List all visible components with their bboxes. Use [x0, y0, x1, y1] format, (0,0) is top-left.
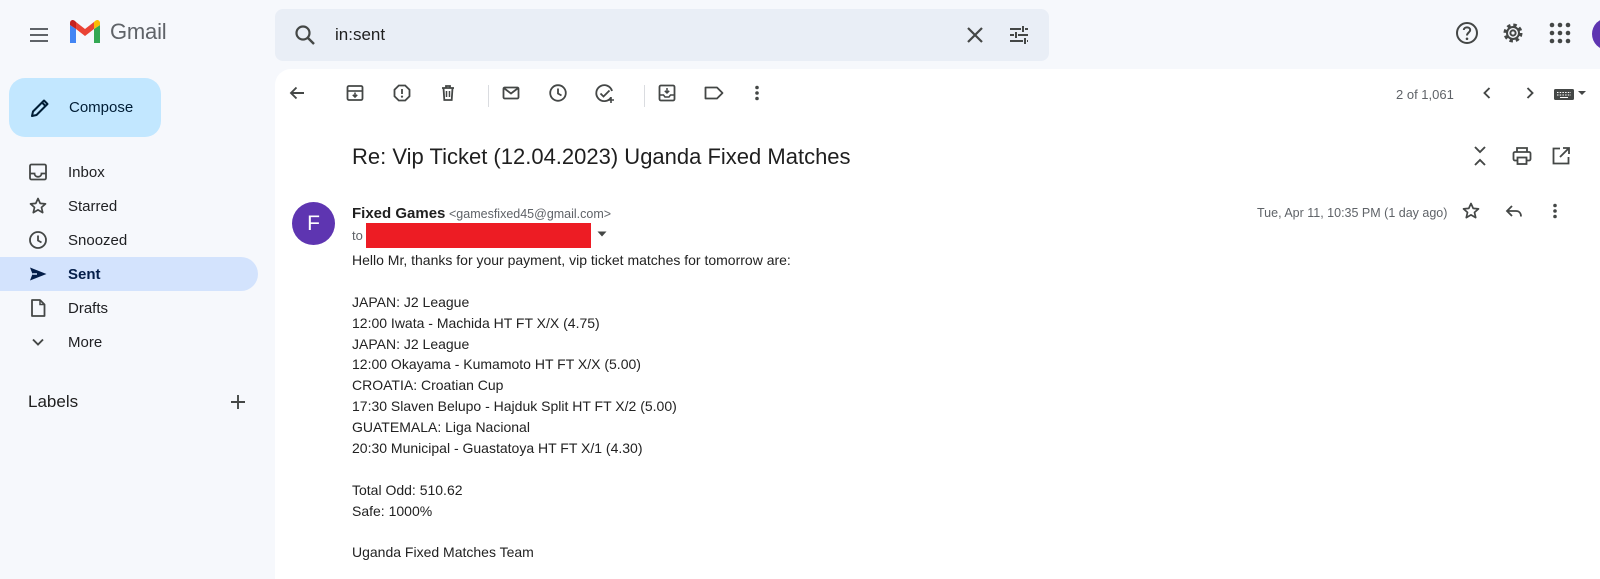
- sidebar-item-label: Inbox: [68, 164, 105, 181]
- email-body: Hello Mr, thanks for your payment, vip t…: [352, 250, 791, 563]
- sidebar-item-starred[interactable]: Starred: [0, 189, 258, 223]
- search-icon[interactable]: [293, 23, 317, 47]
- body-line: JAPAN: J2 League: [352, 293, 470, 310]
- add-to-tasks-icon[interactable]: [594, 83, 616, 105]
- sidebar-item-label: Snoozed: [68, 232, 128, 249]
- apps-grid-icon[interactable]: [1547, 20, 1573, 46]
- toolbar-divider: [644, 85, 645, 107]
- body-line: 20:30 Municipal - Guastatoya HT FT X/1 (…: [352, 440, 643, 457]
- sidebar-item-label: Starred: [68, 198, 118, 215]
- label-tag-icon[interactable]: [703, 83, 725, 103]
- star-icon[interactable]: [1461, 201, 1481, 221]
- hamburger-menu-icon: [30, 28, 48, 42]
- sender-email: <gamesfixed45@gmail.com>: [449, 207, 612, 221]
- search-bar[interactable]: [275, 9, 1049, 61]
- body-line: Safe: 1000%: [352, 502, 433, 519]
- message-view: 2 of 1,061 Re: Vip Ticket (12.04.2023) U…: [275, 69, 1600, 579]
- sidebar-item-more[interactable]: More: [0, 325, 258, 359]
- send-icon: [28, 264, 48, 284]
- app-name: Gmail: [110, 19, 167, 44]
- account-avatar[interactable]: [1592, 18, 1600, 50]
- settings-gear-icon[interactable]: [1500, 20, 1526, 46]
- sender-avatar[interactable]: F: [292, 202, 335, 245]
- input-tools-keyboard-icon[interactable]: [1553, 83, 1589, 103]
- sidebar-item-label: Drafts: [68, 300, 109, 317]
- delete-trash-icon[interactable]: [438, 83, 458, 103]
- body-line: 12:00 Iwata - Machida HT FT X/X (4.75): [352, 314, 600, 331]
- search-options-icon[interactable]: [1007, 23, 1031, 47]
- email-timestamp: Tue, Apr 11, 10:35 PM (1 day ago): [1257, 206, 1448, 220]
- help-icon[interactable]: [1454, 20, 1480, 46]
- redacted-recipient: [366, 223, 591, 248]
- more-vert-icon[interactable]: [747, 83, 767, 103]
- close-icon[interactable]: [963, 23, 987, 47]
- sidebar-item-label: Sent: [68, 266, 101, 283]
- gmail-m-icon: [70, 19, 100, 43]
- draft-icon: [28, 298, 48, 318]
- print-icon[interactable]: [1511, 145, 1533, 167]
- sidebar-item-drafts[interactable]: Drafts: [0, 291, 258, 325]
- back-arrow-icon[interactable]: [287, 83, 307, 103]
- labels-heading: Labels: [28, 392, 79, 411]
- show-details-dropdown-icon[interactable]: [595, 227, 609, 241]
- collapse-all-icon[interactable]: [1470, 145, 1490, 167]
- star-icon: [28, 196, 48, 216]
- archive-icon[interactable]: [345, 83, 365, 103]
- compose-button[interactable]: Compose: [9, 78, 161, 137]
- sender-name[interactable]: Fixed Games: [352, 205, 445, 222]
- sidebar-item-label: More: [68, 334, 103, 351]
- gmail-logo[interactable]: Gmail: [68, 19, 167, 45]
- body-line: Uganda Fixed Matches Team: [352, 544, 534, 561]
- email-subject: Re: Vip Ticket (12.04.2023) Uganda Fixed…: [352, 144, 851, 169]
- main-menu-button[interactable]: [20, 17, 58, 53]
- sidebar-item-sent[interactable]: Sent: [0, 257, 258, 291]
- clock-icon: [28, 230, 48, 250]
- recipient-label: to: [352, 228, 363, 243]
- body-line: [352, 459, 791, 480]
- body-line: [352, 522, 791, 543]
- body-line: [352, 271, 791, 292]
- mark-unread-icon[interactable]: [501, 83, 521, 103]
- more-vert-icon[interactable]: [1545, 201, 1565, 221]
- body-line: Hello Mr, thanks for your payment, vip t…: [352, 252, 791, 268]
- snooze-clock-icon[interactable]: [548, 83, 568, 103]
- sidebar-item-snoozed[interactable]: Snoozed: [0, 223, 258, 257]
- chevron-right-icon[interactable]: [1520, 83, 1540, 103]
- chevron-down-icon: [28, 332, 48, 352]
- sidebar-item-inbox[interactable]: Inbox: [0, 155, 258, 189]
- chevron-left-icon[interactable]: [1477, 83, 1497, 103]
- toolbar-divider: [488, 85, 489, 107]
- search-input[interactable]: [335, 19, 935, 51]
- report-spam-icon[interactable]: [392, 83, 412, 103]
- pagination-count: 2 of 1,061: [1396, 87, 1454, 102]
- body-line: GUATEMALA: Liga Nacional: [352, 419, 530, 436]
- body-line: CROATIA: Croatian Cup: [352, 377, 504, 394]
- inbox-icon: [28, 162, 48, 182]
- pencil-icon: [28, 96, 52, 120]
- open-new-window-icon[interactable]: [1550, 145, 1572, 167]
- body-line: 17:30 Slaven Belupo - Hajduk Split HT FT…: [352, 398, 677, 415]
- compose-label: Compose: [69, 99, 134, 116]
- move-to-icon[interactable]: [657, 83, 677, 103]
- body-line: Total Odd: 510.62: [352, 481, 463, 498]
- body-line: JAPAN: J2 League: [352, 335, 470, 352]
- add-label-icon[interactable]: [228, 392, 248, 412]
- reply-icon[interactable]: [1504, 201, 1524, 221]
- body-line: 12:00 Okayama - Kumamoto HT FT X/X (5.00…: [352, 356, 641, 373]
